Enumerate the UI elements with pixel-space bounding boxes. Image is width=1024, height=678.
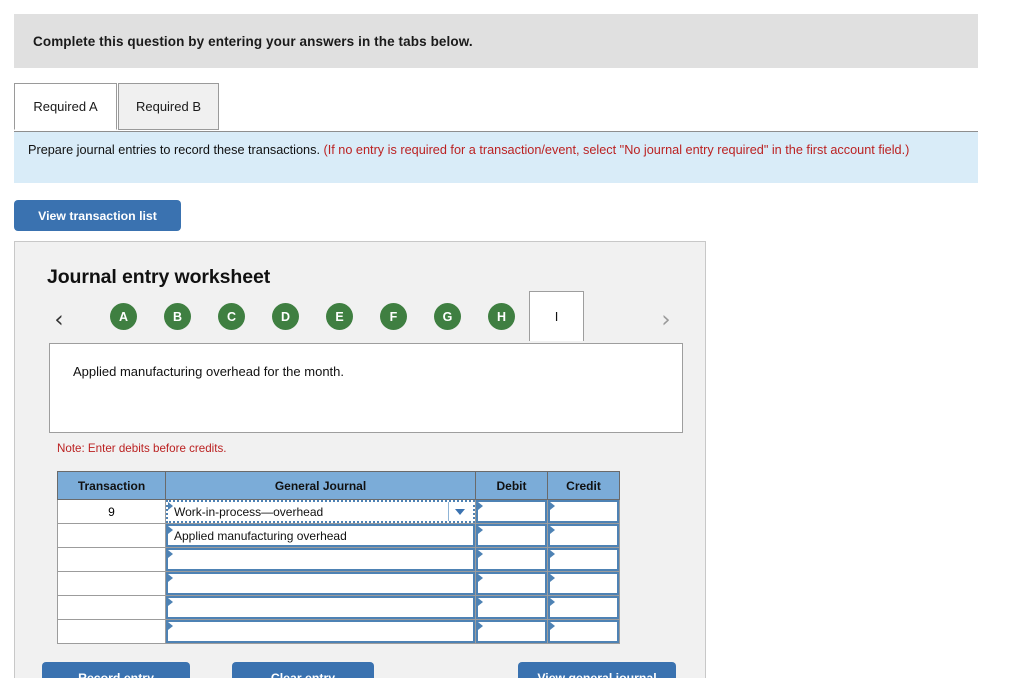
credit-input-5[interactable] [548, 596, 619, 619]
journal-entry-table: Transaction General Journal Debit Credit… [57, 471, 620, 644]
cell-marker-icon [550, 526, 555, 534]
cell-marker-icon [478, 502, 483, 510]
instruction-banner-text: Complete this question by entering your … [33, 33, 473, 49]
worksheet-title: Journal entry worksheet [47, 266, 271, 288]
clear-entry-button[interactable]: Clear entry [232, 662, 374, 678]
worksheet-tab-d[interactable]: D [272, 303, 299, 330]
cell-marker-icon [478, 550, 483, 558]
column-header-credit: Credit [547, 471, 620, 500]
cell-marker-icon [478, 598, 483, 606]
worksheet-tab-c[interactable]: C [218, 303, 245, 330]
cell-marker-icon [550, 502, 555, 510]
cell-marker-icon [550, 550, 555, 558]
account-select-4[interactable] [166, 572, 475, 595]
credit-input-1[interactable] [548, 500, 619, 523]
view-general-journal-label: View general journal [537, 670, 657, 678]
tab-required-a-label: Required A [33, 99, 98, 114]
instruction-note-text: (If no entry is required for a transacti… [323, 143, 910, 157]
account-select-3[interactable] [166, 548, 475, 571]
instruction-panel: Prepare journal entries to record these … [14, 131, 978, 183]
debit-input-1[interactable] [476, 500, 547, 523]
account-select-1[interactable]: Work-in-process—overhead [166, 500, 475, 523]
worksheet-letter-tabbar: ‹ A B C D E F G H I › [15, 291, 705, 343]
record-entry-label: Record entry [78, 670, 154, 678]
column-header-general-journal: General Journal [165, 471, 476, 500]
credit-input-2[interactable] [548, 524, 619, 547]
cell-marker-icon [478, 574, 483, 582]
view-general-journal-button[interactable]: View general journal [518, 662, 676, 678]
clear-entry-label: Clear entry [270, 670, 336, 678]
record-entry-button[interactable]: Record entry [42, 662, 190, 678]
account-select-1-value: Work-in-process—overhead [174, 504, 324, 519]
debit-input-4[interactable] [476, 572, 547, 595]
worksheet-tab-h[interactable]: H [488, 303, 515, 330]
chevron-down-icon[interactable] [448, 502, 471, 521]
view-transaction-list-label: View transaction list [38, 208, 157, 223]
cell-marker-icon [550, 598, 555, 606]
cell-marker-icon [168, 574, 173, 582]
instruction-main-text: Prepare journal entries to record these … [28, 143, 324, 157]
column-header-debit: Debit [475, 471, 548, 500]
view-transaction-list-button[interactable]: View transaction list [14, 200, 181, 231]
required-tabs: Required A Required B [14, 83, 978, 131]
column-header-transaction: Transaction [57, 471, 166, 500]
account-select-2-value: Applied manufacturing overhead [174, 528, 347, 543]
account-select-5[interactable] [166, 596, 475, 619]
question-page: Complete this question by entering your … [0, 0, 1024, 678]
chevron-right-icon[interactable]: › [655, 305, 677, 335]
cell-transaction-3 [57, 547, 166, 572]
transaction-description-text: Applied manufacturing overhead for the m… [73, 364, 345, 379]
table-row [57, 547, 620, 572]
cell-transaction-6 [57, 619, 166, 644]
table-row [57, 595, 620, 620]
cell-transaction-4 [57, 571, 166, 596]
table-header-row: Transaction General Journal Debit Credit [57, 471, 620, 500]
worksheet-tab-b[interactable]: B [164, 303, 191, 330]
cell-marker-icon [478, 622, 483, 630]
table-row [57, 619, 620, 644]
cell-transaction-5 [57, 595, 166, 620]
table-row: Applied manufacturing overhead [57, 523, 620, 548]
debit-input-6[interactable] [476, 620, 547, 643]
debit-input-5[interactable] [476, 596, 547, 619]
credit-input-3[interactable] [548, 548, 619, 571]
account-select-2[interactable]: Applied manufacturing overhead [166, 524, 475, 547]
worksheet-tab-e[interactable]: E [326, 303, 353, 330]
table-row [57, 571, 620, 596]
cell-transaction-2 [57, 523, 166, 548]
credit-input-6[interactable] [548, 620, 619, 643]
tab-required-b-label: Required B [135, 99, 202, 114]
debit-input-3[interactable] [476, 548, 547, 571]
worksheet-tab-a[interactable]: A [110, 303, 137, 330]
cell-marker-icon [168, 622, 173, 630]
cell-marker-icon [168, 526, 173, 534]
transaction-description-box: Applied manufacturing overhead for the m… [49, 343, 683, 433]
instruction-banner: Complete this question by entering your … [14, 14, 978, 68]
cell-marker-icon [168, 502, 173, 510]
worksheet-tab-g[interactable]: G [434, 303, 461, 330]
tab-required-b[interactable]: Required B [118, 83, 219, 130]
debit-input-2[interactable] [476, 524, 547, 547]
credit-input-4[interactable] [548, 572, 619, 595]
worksheet-tab-f[interactable]: F [380, 303, 407, 330]
cell-marker-icon [478, 526, 483, 534]
cell-marker-icon [168, 598, 173, 606]
cell-marker-icon [168, 550, 173, 558]
cell-marker-icon [550, 574, 555, 582]
journal-entry-worksheet-panel: Journal entry worksheet ‹ A B C D E F G … [14, 241, 706, 678]
worksheet-tab-i[interactable]: I [529, 291, 584, 341]
debits-before-credits-note: Note: Enter debits before credits. [57, 442, 227, 455]
cell-transaction-1: 9 [57, 499, 166, 524]
cell-marker-icon [550, 622, 555, 630]
chevron-left-icon[interactable]: ‹ [48, 305, 70, 335]
table-row: 9 Work-in-process—overhead [57, 499, 620, 524]
tab-required-a[interactable]: Required A [14, 83, 117, 130]
account-select-6[interactable] [166, 620, 475, 643]
